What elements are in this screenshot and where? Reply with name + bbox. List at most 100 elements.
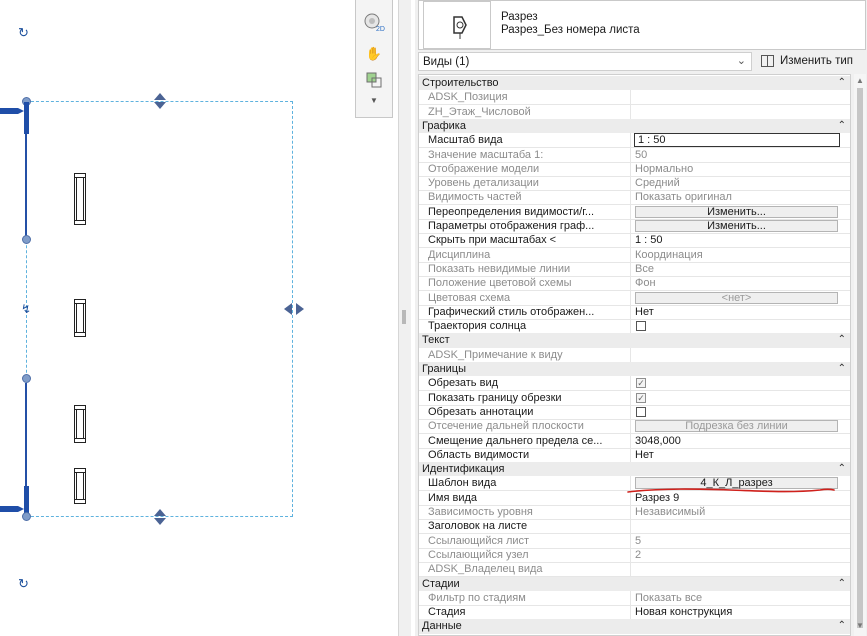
property-edit-button[interactable]: Изменить... [635,220,838,232]
checkbox-unchecked[interactable] [636,406,646,417]
property-row[interactable]: Переопределения видимости/г... Изменить..… [419,204,850,220]
property-value: Независимый [632,505,850,519]
property-row[interactable]: Значение масштаба 1: 50 [419,147,850,163]
group-header[interactable]: Границы ⌃ [419,362,850,377]
property-row[interactable]: Показать невидимые линии Все [419,261,850,277]
property-row[interactable]: Ссылающийся лист 5 [419,533,850,549]
property-input[interactable]: 1 : 50 [634,133,840,148]
property-value[interactable]: 3048,000 [632,434,850,448]
property-value[interactable]: ✓ [632,391,850,405]
property-row[interactable]: Ссылающийся узел 2 [419,547,850,563]
instance-filter-dropdown[interactable]: Виды (1) ⌄ [418,52,752,71]
property-row[interactable]: Отображение модели Нормально [419,161,850,177]
section-line[interactable] [25,134,27,236]
column-element[interactable] [74,299,86,337]
section-endpoint-handle[interactable] [22,235,31,244]
crop-resize-bottom-arrow-icon[interactable] [153,509,167,525]
property-row[interactable]: Графический стиль отображен... Нет [419,304,850,320]
property-row[interactable]: Параметры отображения граф... Изменить... [419,219,850,234]
pan-hand-icon[interactable]: ✋ [363,44,385,64]
property-row[interactable]: Видимость частей Показать оригинал [419,190,850,206]
collapse-chevron-icon[interactable]: ⌃ [838,76,846,90]
crop-resize-right-arrow-icon[interactable] [284,302,304,316]
property-row[interactable]: Обрезать аннотации [419,404,850,420]
column-element[interactable] [74,173,86,225]
property-row[interactable]: Область видимости Нет [419,447,850,463]
column-element[interactable] [74,405,86,443]
group-header[interactable]: Строительство ⌃ [419,76,850,91]
crop-region-boundary[interactable] [26,101,293,517]
property-value[interactable]: 1 : 50 [632,133,850,148]
property-row[interactable]: Уровень детализации Средний [419,176,850,192]
drawing-canvas[interactable]: ↻ ↻ ↯ [0,0,355,636]
segment-break-icon[interactable]: ↯ [21,302,31,316]
property-row[interactable]: Дисциплина Координация [419,247,850,263]
view-cube-2d-icon[interactable]: 2D [363,12,385,32]
property-value[interactable] [632,519,850,533]
property-value[interactable] [632,405,850,419]
panel-splitter[interactable] [398,0,411,636]
property-row[interactable]: Цветовая схема <нет> [419,290,850,306]
section-tail-icon[interactable] [0,502,24,516]
section-flip-icon[interactable]: ↻ [18,577,29,590]
property-row[interactable]: Масштаб вида 1 : 50 [419,133,850,149]
checkbox-checked[interactable]: ✓ [636,392,646,403]
section-head-icon[interactable] [0,104,24,118]
property-value[interactable]: ✓ [632,376,850,390]
property-row[interactable]: Траектория солнца [419,319,850,335]
collapse-chevron-icon[interactable]: ⌃ [838,577,846,591]
property-row[interactable]: Фильтр по стадиям Показать все [419,590,850,606]
property-row[interactable]: Показать границу обрезки ✓ [419,390,850,406]
type-selector[interactable]: Разрез Разрез_Без номера листа [418,0,866,50]
property-row[interactable]: Отсечение дальней плоскости Подрезка без … [419,419,850,435]
section-line[interactable] [25,383,27,486]
collapse-chevron-icon[interactable]: ⌃ [838,462,846,476]
property-name: Показать невидимые линии [428,261,631,276]
zoom-region-icon[interactable] [363,70,385,90]
more-options-icon[interactable]: ▼ [363,90,385,110]
properties-scrollbar[interactable]: ▲ ▼ [854,74,866,636]
collapse-chevron-icon[interactable]: ⌃ [838,119,846,133]
property-value[interactable]: Нет [632,448,850,462]
edit-type-button[interactable]: Изменить тип [758,52,867,71]
scroll-down-icon[interactable]: ▼ [856,621,864,630]
property-value-text: Нет [635,448,654,461]
crop-resize-top-arrow-icon[interactable] [153,93,167,109]
scroll-up-icon[interactable]: ▲ [856,76,864,85]
collapse-chevron-icon[interactable]: ⌃ [838,619,846,633]
property-row[interactable]: ADSK_Примечание к виду [419,347,850,363]
group-header[interactable]: Текст ⌃ [419,333,850,348]
property-value[interactable]: 1 : 50 [632,233,850,247]
property-row[interactable]: Скрыть при масштабах < 1 : 50 [419,233,850,249]
property-row[interactable]: ZH_Этаж_Числовой [419,104,850,120]
property-value[interactable]: Изменить... [632,219,850,233]
section-endpoint-handle[interactable] [22,374,31,383]
property-row[interactable]: Смещение дальнего предела се... 3048,000 [419,433,850,449]
section-line-segment[interactable] [24,102,29,134]
property-value[interactable] [632,319,850,333]
collapse-chevron-icon[interactable]: ⌃ [838,333,846,347]
property-value[interactable]: Изменить... [632,205,850,219]
property-value[interactable]: Новая конструкция [632,605,850,619]
property-row[interactable]: ADSK_Владелец вида [419,562,850,578]
column-element[interactable] [74,468,86,504]
group-header[interactable]: Графика ⌃ [419,118,850,134]
scroll-thumb[interactable] [857,88,863,628]
property-row[interactable]: Стадия Новая конструкция [419,605,850,621]
property-row[interactable]: Зависимость уровня Независимый [419,505,850,520]
group-header[interactable]: Стадии ⌃ [419,576,850,591]
section-flip-icon[interactable]: ↻ [18,26,29,39]
property-row[interactable]: ADSK_Позиция [419,90,850,106]
group-header[interactable]: Идентификация ⌃ [419,462,850,477]
checkbox-checked[interactable]: ✓ [636,378,646,389]
type-family-name: Разрез [501,11,538,23]
checkbox-unchecked[interactable] [636,321,646,332]
property-row[interactable]: Обрезать вид ✓ [419,376,850,392]
property-row[interactable]: Положение цветовой схемы Фон [419,276,850,292]
property-row[interactable]: Заголовок на листе [419,519,850,535]
property-value-text: Новая конструкция [635,606,733,619]
collapse-chevron-icon[interactable]: ⌃ [838,362,846,376]
property-value[interactable]: Нет [632,305,850,319]
group-header[interactable]: Данные ⌃ [419,619,850,634]
property-edit-button[interactable]: Изменить... [635,205,838,218]
